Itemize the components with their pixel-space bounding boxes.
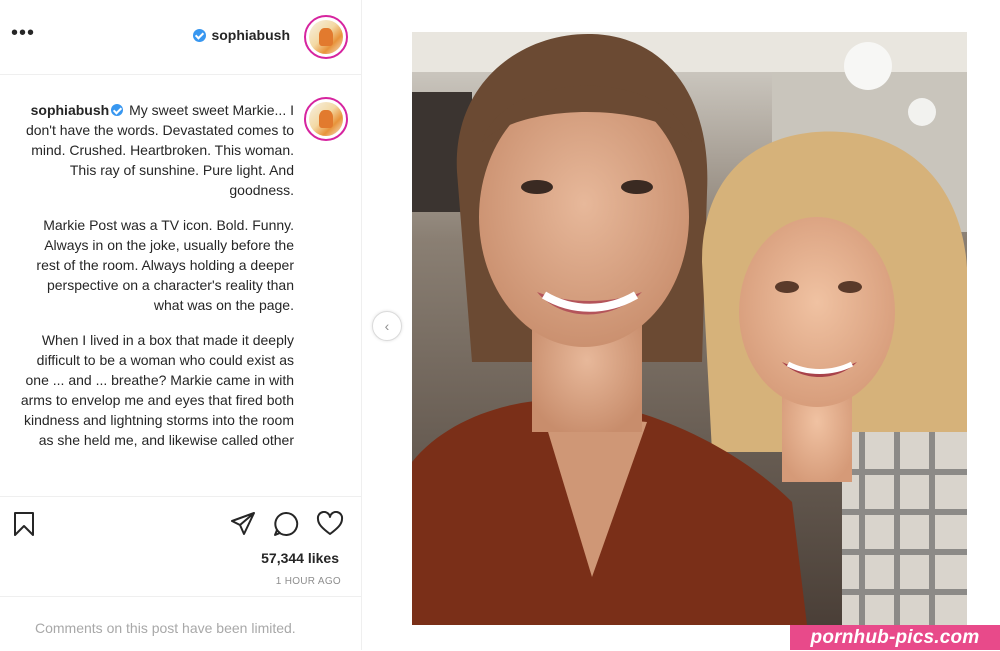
comment-icon[interactable] [273, 511, 299, 537]
caption-avatar[interactable] [304, 97, 348, 141]
caption-paragraph: sophiabush My sweet sweet Markie... I do… [20, 100, 294, 200]
share-icon[interactable] [230, 511, 256, 537]
bookmark-icon[interactable] [12, 511, 36, 537]
caption-text: sophiabush My sweet sweet Markie... I do… [20, 100, 294, 495]
header-avatar[interactable] [304, 15, 348, 59]
header-username-group[interactable]: sophiabush [193, 27, 290, 43]
verified-badge-icon [193, 28, 207, 42]
carousel-prev-button[interactable]: ‹ [372, 311, 402, 341]
heart-icon[interactable] [316, 511, 344, 537]
post-photo[interactable] [412, 32, 967, 625]
post-side-panel: ••• sophiabush sophiabush My sweet sweet… [0, 0, 362, 650]
photo-illustration [412, 32, 967, 625]
post-actions: 57,344 likes 1 HOUR AGO [0, 496, 361, 597]
caption-paragraph: When I lived in a box that made it deepl… [20, 332, 294, 448]
caption-paragraph: Markie Post was a TV icon. Bold. Funny. … [36, 217, 294, 313]
avatar-image [309, 20, 343, 54]
watermark-banner: pornhub-pics.com [790, 625, 1000, 650]
comments-limited-text: Comments on this post have been limited. [35, 620, 296, 636]
comments-limited-notice: Comments on this post have been limited. [0, 596, 361, 651]
likes-count[interactable]: 57,344 likes [261, 550, 339, 566]
verified-badge-icon [111, 104, 124, 116]
post-timestamp[interactable]: 1 HOUR AGO [276, 576, 341, 587]
post-header: ••• sophiabush [0, 0, 361, 75]
header-username[interactable]: sophiabush [211, 27, 290, 43]
caption-username[interactable]: sophiabush [31, 102, 110, 118]
avatar-image [309, 102, 343, 136]
more-options-icon[interactable]: ••• [11, 23, 35, 43]
